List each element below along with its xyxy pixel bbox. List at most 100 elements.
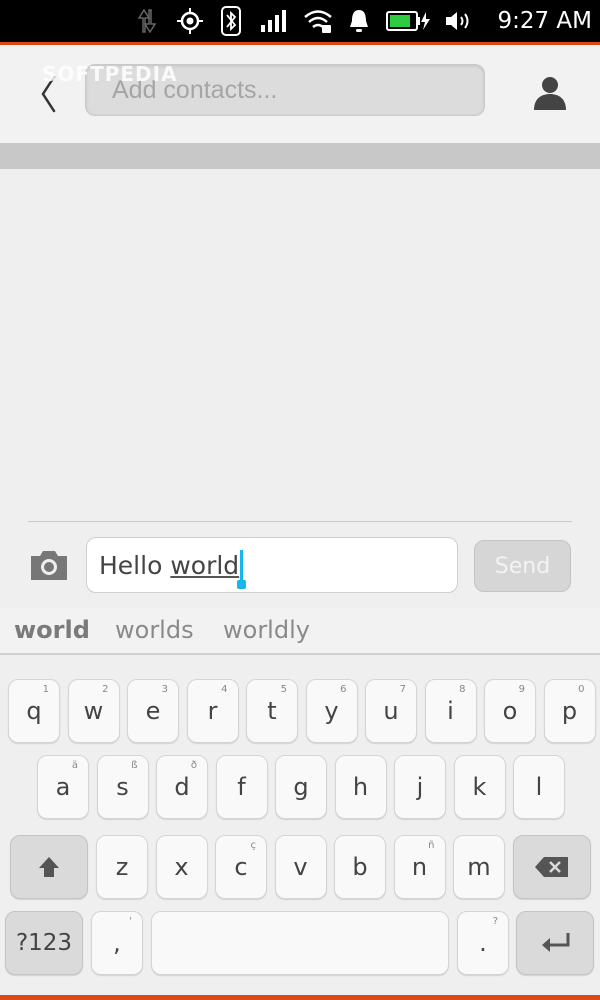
comma-alt: ' <box>129 916 132 927</box>
key-label: k <box>472 773 487 801</box>
key-label: x <box>174 853 189 881</box>
key-label: r <box>207 697 218 725</box>
enter-key[interactable] <box>516 911 594 975</box>
text-cursor <box>240 550 244 580</box>
key-label: o <box>502 697 518 725</box>
key-label: y <box>324 697 339 725</box>
key-z[interactable]: z <box>96 835 148 899</box>
symbols-key[interactable]: ?123 <box>5 911 83 975</box>
key-label: e <box>145 697 161 725</box>
period-key[interactable]: .? <box>457 911 509 975</box>
key-alt-label: ß <box>131 760 138 771</box>
key-d[interactable]: dð <box>156 755 208 819</box>
key-alt-label: 3 <box>161 684 168 695</box>
suggestion-2[interactable]: worlds <box>115 608 194 653</box>
status-bar: 9:27 AM <box>0 0 600 42</box>
message-current-word: world <box>170 551 240 580</box>
send-button[interactable]: Send <box>474 540 571 592</box>
key-alt-label: ñ <box>428 840 435 851</box>
backspace-key[interactable] <box>513 835 591 899</box>
composer-divider <box>28 521 572 522</box>
message-text-before: Hello <box>99 551 171 580</box>
volume-icon <box>444 0 474 42</box>
suggestion-3[interactable]: worldly <box>223 608 310 653</box>
key-alt-label: 7 <box>399 684 406 695</box>
key-m[interactable]: m <box>453 835 505 899</box>
backspace-icon <box>535 857 568 877</box>
comma-key[interactable]: , ' <box>91 911 143 975</box>
key-alt-label: 4 <box>221 684 228 695</box>
key-alt-label: ä <box>71 760 78 771</box>
key-label: d <box>174 773 190 801</box>
key-label: j <box>416 773 424 801</box>
key-u[interactable]: u7 <box>365 679 417 743</box>
key-label: p <box>561 697 578 725</box>
key-alt-label: 1 <box>42 684 49 695</box>
key-label: w <box>83 697 104 725</box>
status-time: 9:27 AM <box>497 8 592 34</box>
space-key[interactable] <box>151 911 449 975</box>
key-label: b <box>352 853 368 881</box>
key-label: z <box>115 853 129 881</box>
key-i[interactable]: i8 <box>424 679 477 743</box>
key-alt-label: 9 <box>518 684 525 695</box>
wifi-icon <box>302 0 334 42</box>
key-alt-label: ð <box>190 760 197 771</box>
word-suggestions-bar: world worlds worldly <box>0 608 600 655</box>
key-j[interactable]: j <box>394 755 446 819</box>
key-x[interactable]: x <box>155 835 208 899</box>
key-o[interactable]: o9 <box>484 679 536 743</box>
bluetooth-icon <box>220 0 242 42</box>
key-label: c <box>234 853 248 881</box>
key-e[interactable]: e3 <box>127 679 179 743</box>
key-t[interactable]: t5 <box>246 679 298 743</box>
key-f[interactable]: f <box>215 755 268 819</box>
suggestion-1[interactable]: world <box>14 608 90 653</box>
key-alt-label: 2 <box>102 684 109 695</box>
key-w[interactable]: w2 <box>67 679 120 743</box>
enter-return-icon <box>542 933 570 952</box>
key-n[interactable]: nñ <box>393 835 446 899</box>
key-g[interactable]: g <box>275 755 327 819</box>
key-label: m <box>467 853 491 881</box>
key-h[interactable]: h <box>334 755 387 819</box>
key-s[interactable]: sß <box>96 755 149 819</box>
key-a[interactable]: aä <box>37 755 89 819</box>
key-v[interactable]: v <box>274 835 327 899</box>
key-label: q <box>26 697 42 725</box>
key-alt-label: 0 <box>578 684 585 695</box>
key-label: g <box>293 773 309 801</box>
key-y[interactable]: y6 <box>305 679 358 743</box>
watermark: SOFTPEDIA <box>42 62 178 86</box>
attach-photo-button[interactable] <box>28 547 70 583</box>
on-screen-keyboard: ?123 , ' .? q1w2e3r4t5y6u7i8o9p0aäsßdðfgh… <box>0 655 600 995</box>
key-label: n <box>411 853 428 881</box>
key-p[interactable]: p0 <box>543 679 596 743</box>
key-alt-label: 8 <box>459 684 466 695</box>
key-l[interactable]: l <box>513 755 565 819</box>
message-list <box>0 169 600 521</box>
shift-arrow-icon <box>39 857 59 877</box>
key-k[interactable]: k <box>453 755 506 819</box>
key-label: f <box>237 773 246 801</box>
key-label: a <box>55 773 71 801</box>
key-b[interactable]: b <box>334 835 386 899</box>
key-r[interactable]: r4 <box>186 679 239 743</box>
shift-key[interactable] <box>10 835 88 899</box>
key-alt-label: 5 <box>280 684 287 695</box>
message-input[interactable]: Hello world <box>86 537 458 593</box>
key-alt-label: ç <box>250 840 257 851</box>
key-label: s <box>116 773 129 801</box>
notification-bell-icon <box>346 0 372 42</box>
contacts-button[interactable] <box>530 72 570 112</box>
key-label: h <box>352 773 369 801</box>
header: Add contacts... SOFTPEDIA <box>0 45 600 143</box>
period-alt: ? <box>492 916 498 927</box>
cursor-handle[interactable] <box>237 580 246 589</box>
key-alt-label: 6 <box>340 684 347 695</box>
key-q[interactable]: q1 <box>8 679 60 743</box>
header-separator <box>0 143 600 169</box>
bottom-accent-line <box>0 995 600 1000</box>
key-label: u <box>383 697 399 725</box>
key-c[interactable]: cç <box>215 835 267 899</box>
